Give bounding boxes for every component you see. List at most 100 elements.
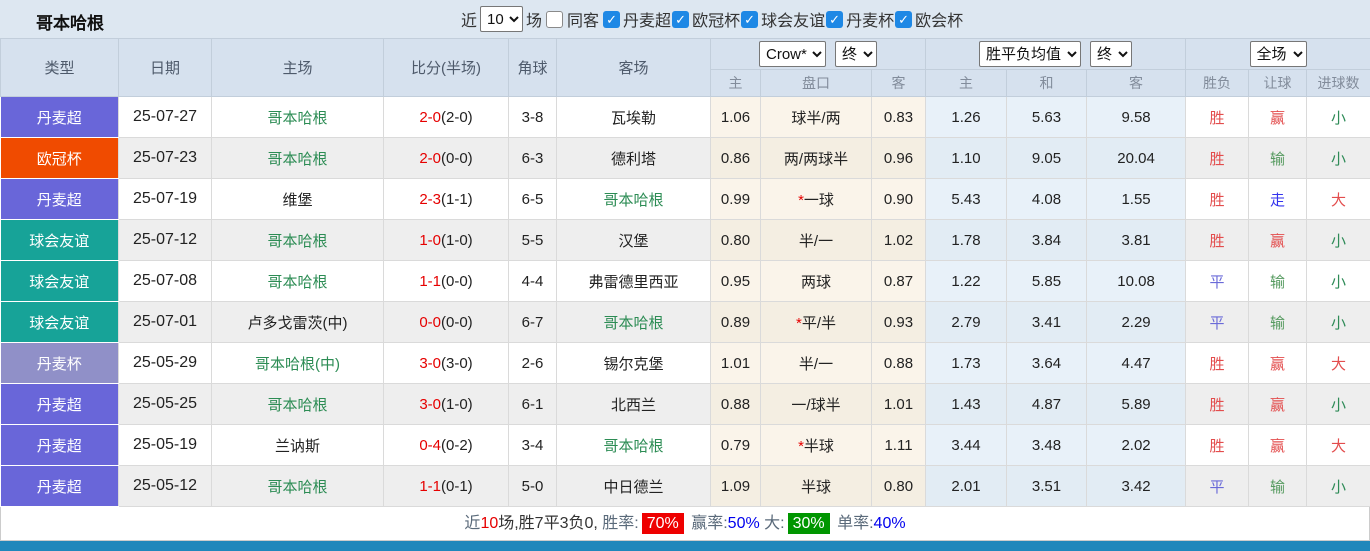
col-header-score: 比分(半场) (383, 38, 509, 97)
recent-count-select[interactable]: 10 (480, 6, 524, 32)
table-row: 球会友谊 25-07-12 哥本哈根 1-0(1-0) 5-5 汉堡 0.80 … (0, 219, 1370, 261)
handicap-away-odds: 0.96 (870, 137, 927, 179)
league-checkbox-qiuhuiyouyi[interactable] (741, 10, 759, 28)
avg-away-odds: 2.29 (1086, 301, 1187, 343)
fulltime-score: 2-0 (419, 108, 441, 126)
handicap-away-odds: 0.87 (870, 260, 927, 302)
away-team-link[interactable]: 瓦埃勒 (556, 96, 711, 138)
summary-bar: 近10场,胜7平3负0, 胜率: 70% 赢率:50% 大: 30% 单率:40% (0, 507, 1370, 541)
avg-draw-odds: 4.87 (1006, 383, 1088, 425)
fulltime-score: 1-0 (419, 231, 441, 249)
home-team-link[interactable]: 哥本哈根 (211, 383, 384, 425)
handicap-rate-label: 赢率: (691, 515, 728, 532)
handicap-home-odds: 0.88 (710, 383, 761, 425)
league-checkbox-ouhuibei[interactable] (895, 10, 913, 28)
result-goals: 大 (1306, 342, 1370, 384)
home-team-link[interactable]: 哥本哈根(中) (211, 342, 384, 384)
halftime-score: (1-0) (441, 231, 473, 249)
away-team-link[interactable]: 弗雷德里西亚 (556, 260, 711, 302)
corner-count: 6-5 (508, 178, 557, 220)
avg-away-odds: 3.81 (1086, 219, 1187, 261)
away-team-link[interactable]: 哥本哈根 (556, 424, 711, 466)
table-row: 球会友谊 25-07-08 哥本哈根 1-1(0-0) 4-4 弗雷德里西亚 0… (0, 260, 1370, 302)
handicap-home-odds: 0.79 (710, 424, 761, 466)
home-team-link[interactable]: 维堡 (211, 178, 384, 220)
result-goals: 大 (1306, 178, 1370, 220)
away-team-link[interactable]: 哥本哈根 (556, 178, 711, 220)
summary-record: 场,胜7平3负0, (498, 515, 603, 532)
subcol-avg-draw: 和 (1006, 69, 1088, 97)
away-team-link[interactable]: 北西兰 (556, 383, 711, 425)
fulltime-score: 3-0 (419, 354, 441, 372)
avg-type-select[interactable]: 胜平负均值 (979, 41, 1082, 67)
fulltime-score: 1-1 (419, 477, 441, 495)
handicap-home-odds: 1.06 (710, 96, 761, 138)
corner-count: 6-7 (508, 301, 557, 343)
matches-table: 类型 日期 主场 比分(半场) 角球 客场 Crow* 终 胜平负均值 终 全场… (0, 38, 1370, 507)
result-wdl: 平 (1185, 301, 1250, 343)
same-venue-checkbox[interactable] (546, 10, 564, 28)
odds-provider-select[interactable]: Crow* (759, 41, 827, 67)
score-cell: 2-0(0-0) (383, 137, 509, 179)
match-type-badge: 丹麦超 (0, 424, 119, 466)
table-row: 丹麦超 25-07-19 维堡 2-3(1-1) 6-5 哥本哈根 0.99 *… (0, 178, 1370, 220)
avg-home-odds: 1.10 (925, 137, 1008, 179)
league-checkbox-danmaichao[interactable] (603, 10, 621, 28)
matches-tbody: 丹麦超 25-07-27 哥本哈根 2-0(2-0) 3-8 瓦埃勒 1.06 … (0, 96, 1370, 507)
avg-draw-odds: 5.85 (1006, 260, 1088, 302)
matches-label: 场 (526, 13, 543, 30)
home-team-link[interactable]: 哥本哈根 (211, 137, 384, 179)
handicap-away-odds: 0.93 (870, 301, 927, 343)
league-checkbox-danmaibei[interactable] (826, 10, 844, 28)
result-wdl: 胜 (1185, 424, 1250, 466)
scope-select[interactable]: 全场 (1249, 41, 1307, 67)
avg-away-odds: 4.47 (1086, 342, 1187, 384)
league-checkbox-ouguanbei[interactable] (672, 10, 690, 28)
table-row: 丹麦超 25-07-27 哥本哈根 2-0(2-0) 3-8 瓦埃勒 1.06 … (0, 96, 1370, 138)
away-team-link[interactable]: 锡尔克堡 (556, 342, 711, 384)
avg-home-odds: 5.43 (925, 178, 1008, 220)
match-date: 25-07-08 (118, 260, 212, 302)
league-filter: 欧会杯 (894, 7, 963, 31)
result-wdl: 胜 (1185, 219, 1250, 261)
avg-home-odds: 1.73 (925, 342, 1008, 384)
home-team-link[interactable]: 哥本哈根 (211, 260, 384, 302)
handicap-line: 半球 (760, 465, 872, 507)
away-team-link[interactable]: 中日德兰 (556, 465, 711, 507)
league-filter: 欧冠杯 (671, 7, 740, 31)
avg-home-odds: 1.26 (925, 96, 1008, 138)
home-team-link[interactable]: 哥本哈根 (211, 96, 384, 138)
away-team-link[interactable]: 汉堡 (556, 219, 711, 261)
col-header-corner: 角球 (508, 38, 557, 97)
table-row: 丹麦超 25-05-19 兰讷斯 0-4(0-2) 3-4 哥本哈根 0.79 … (0, 424, 1370, 466)
score-cell: 1-0(1-0) (383, 219, 509, 261)
home-team-link[interactable]: 哥本哈根 (211, 219, 384, 261)
page-title: 哥本哈根 (36, 14, 104, 33)
home-team-link[interactable]: 卢多戈雷茨(中) (211, 301, 384, 343)
corner-count: 6-1 (508, 383, 557, 425)
odds-time-select[interactable]: 终 (835, 41, 878, 67)
halftime-score: (0-2) (441, 436, 473, 454)
result-wdl: 胜 (1185, 96, 1250, 138)
league-label: 丹麦杯 (846, 13, 895, 30)
score-cell: 0-0(0-0) (383, 301, 509, 343)
corner-count: 3-8 (508, 96, 557, 138)
handicap-away-odds: 0.88 (870, 342, 927, 384)
corner-count: 4-4 (508, 260, 557, 302)
table-row: 丹麦杯 25-05-29 哥本哈根(中) 3-0(3-0) 2-6 锡尔克堡 1… (0, 342, 1370, 384)
handicap-home-odds: 0.89 (710, 301, 761, 343)
score-cell: 0-4(0-2) (383, 424, 509, 466)
scope-group-header: 全场 (1185, 38, 1370, 70)
away-team-link[interactable]: 哥本哈根 (556, 301, 711, 343)
home-team-link[interactable]: 哥本哈根 (211, 465, 384, 507)
fulltime-score: 0-0 (419, 313, 441, 331)
away-team-link[interactable]: 德利塔 (556, 137, 711, 179)
result-wdl: 胜 (1185, 383, 1250, 425)
halftime-score: (0-0) (441, 313, 473, 331)
halftime-score: (1-1) (441, 190, 473, 208)
fulltime-score: 0-4 (419, 436, 441, 454)
home-team-link[interactable]: 兰讷斯 (211, 424, 384, 466)
avg-time-select[interactable]: 终 (1090, 41, 1133, 67)
corner-count: 6-3 (508, 137, 557, 179)
fulltime-score: 3-0 (419, 395, 441, 413)
